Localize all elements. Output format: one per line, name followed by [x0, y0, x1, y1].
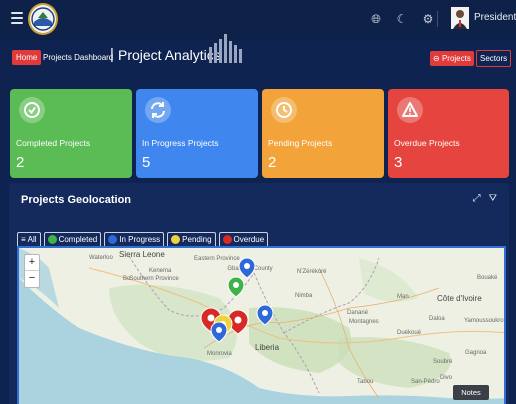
globe-icon[interactable]: 🌐︎ — [368, 12, 384, 27]
zoom-in-button[interactable]: + — [25, 255, 39, 271]
sectors-button[interactable]: Sectors — [476, 50, 512, 67]
card-completed[interactable]: Completed Projects 2 — [10, 89, 132, 178]
card-value: 2 — [16, 154, 25, 171]
page-title: Project Analytics — [118, 47, 221, 63]
panel-title: Projects Geolocation — [21, 194, 132, 206]
expand-icon[interactable]: ⤢ — [473, 193, 481, 204]
clock-icon — [271, 97, 297, 123]
tab-label: Completed — [58, 235, 98, 244]
projects-map[interactable]: Sierra Leone Waterloo Bo Kenema Southern… — [17, 246, 506, 404]
marker-in-progress[interactable] — [210, 321, 228, 343]
warning-icon — [397, 97, 423, 123]
card-label: Completed Projects — [16, 138, 91, 148]
moon-icon[interactable]: ☾ — [394, 12, 410, 27]
yellow-dot-icon — [171, 235, 181, 244]
tab-in-progress[interactable]: In Progress — [104, 232, 165, 246]
marker-completed[interactable] — [227, 276, 245, 298]
projects-button[interactable]: ⊖ Projects — [430, 51, 474, 66]
card-overdue[interactable]: Overdue Projects 3 — [388, 89, 509, 178]
card-value: 5 — [142, 154, 151, 171]
tab-label: In Progress — [119, 235, 161, 244]
geolocation-panel: Projects Geolocation ⤢ ⛛ ≡ All Completed … — [9, 183, 509, 404]
projects-icon: ⊖ — [433, 54, 440, 63]
card-label: Pending Projects — [268, 138, 333, 148]
avatar[interactable] — [451, 7, 469, 29]
marker-in-progress[interactable] — [238, 257, 256, 279]
card-value: 3 — [394, 154, 403, 171]
tab-pending[interactable]: Pending — [167, 232, 216, 246]
blue-dot-icon — [108, 235, 118, 244]
tab-label: Overdue — [233, 235, 265, 244]
tab-label: All — [27, 235, 37, 244]
breadcrumb-home[interactable]: Home — [12, 50, 42, 65]
map-markers — [200, 257, 274, 343]
status-tabs: ≡ All Completed In Progress Pending Overd… — [17, 232, 269, 246]
tab-label: Pending — [182, 235, 212, 244]
card-label: In Progress Projects — [142, 138, 219, 148]
tab-all[interactable]: ≡ All — [17, 232, 41, 246]
card-in-progress[interactable]: In Progress Projects 5 — [136, 89, 258, 178]
gear-icon[interactable]: ⚙ — [420, 12, 436, 27]
card-label: Overdue Projects — [394, 138, 460, 148]
list-icon: ≡ — [21, 235, 26, 244]
top-bar: 🌐︎ ☾ ⚙ President — [0, 0, 516, 40]
tab-overdue[interactable]: Overdue — [218, 232, 269, 246]
refresh-icon — [145, 97, 171, 123]
check-circle-icon — [19, 97, 45, 123]
filter-icon[interactable]: ⛛ — [489, 193, 497, 204]
menu-icon[interactable] — [11, 12, 23, 24]
zoom-out-button[interactable]: − — [25, 271, 39, 287]
tab-completed[interactable]: Completed — [43, 232, 102, 246]
green-dot-icon — [47, 235, 57, 244]
marker-in-progress[interactable] — [256, 304, 274, 326]
card-value: 2 — [268, 154, 277, 171]
breadcrumb-current[interactable]: Projects Dashboard — [43, 50, 113, 65]
divider — [437, 11, 438, 27]
zoom-control: + − — [24, 254, 40, 288]
card-pending[interactable]: Pending Projects 2 — [262, 89, 384, 178]
bar-chart-icon — [209, 34, 242, 63]
projects-label: Projects — [441, 54, 471, 63]
breadcrumb-separator: | — [110, 46, 114, 63]
notes-button[interactable]: Notes — [453, 385, 489, 400]
red-dot-icon — [222, 235, 232, 244]
seal-logo — [28, 3, 58, 35]
user-name[interactable]: President — [474, 12, 516, 23]
